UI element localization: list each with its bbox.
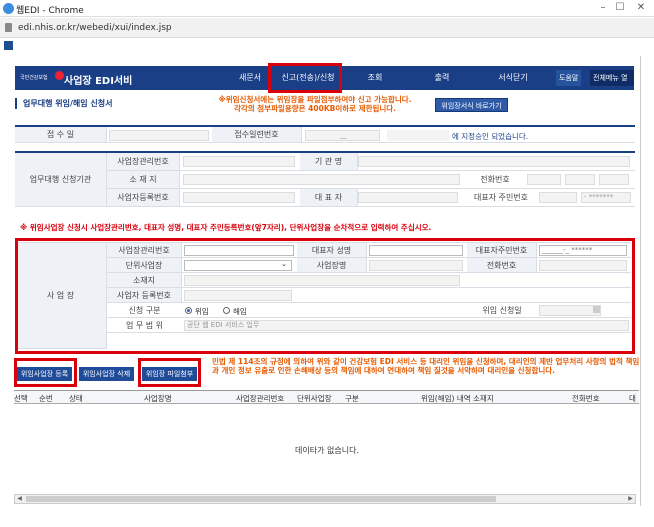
url-text[interactable]: edi.nhis.or.kr/webedi/xui/index.jsp — [18, 23, 172, 33]
agency-org-name-cell — [358, 153, 635, 171]
window-title: 웹EDI - Chrome — [16, 6, 84, 16]
bookmark-bar — [0, 39, 654, 52]
legal-declaration: 민법 제 114조의 규정에 의하여 위와 같이 건강보험 EDI 서비스 등 … — [212, 357, 640, 375]
nav-inquiry[interactable]: 조회 — [360, 72, 390, 83]
agency-biz-reg-cell — [180, 189, 300, 207]
agency-biz-mgmt-label: 사업장관리번호 — [107, 153, 180, 171]
grid-col-address[interactable]: 위임(해임) 내역 소재지 — [421, 393, 494, 404]
workplace-grid-header: 선택 순번 상태 사업장명 사업장관리번호 단위사업장 구분 위임(해임) 내역… — [14, 390, 639, 404]
agency-phone-1 — [527, 174, 561, 185]
scroll-left-icon[interactable]: ◀ — [15, 495, 24, 503]
scrollbar-thumb[interactable] — [26, 496, 496, 502]
notice-line-2: 각각의 첨부파일용량은 400KB이하로 제한됩니다. — [233, 104, 397, 113]
lock-icon — [5, 23, 12, 32]
agency-rep-id-cell: - ******* — [537, 189, 635, 207]
highlight-register-button — [14, 358, 77, 387]
close-icon[interactable]: ✕ — [634, 2, 648, 14]
agency-org-name-label: 기 관 명 — [300, 153, 358, 171]
minimize-icon[interactable]: – — [596, 2, 610, 14]
agency-rep-id-front — [539, 192, 577, 203]
address-bar[interactable]: edi.nhis.or.kr/webedi/xui/index.jsp — [0, 18, 654, 38]
brand-logo: 국민건강보험 사업장 EDI서비스 — [17, 70, 139, 102]
scroll-right-icon[interactable]: ▶ — [626, 495, 635, 503]
nav-close-form[interactable]: 서식닫기 — [493, 72, 533, 83]
input-order-warning: ※ 위임사업장 신청시 사업장관리번호, 대표자 성명, 대표자 주민등록번호(… — [20, 223, 432, 232]
receipt-date-cell — [107, 127, 212, 143]
grid-col-phone[interactable]: 전화번호 — [572, 393, 600, 404]
agency-phone-cell — [525, 171, 635, 189]
help-button[interactable]: 도움말 — [556, 70, 582, 86]
agency-rep-cell — [358, 189, 465, 207]
agency-org-name-field — [358, 156, 630, 167]
agency-rep-id-back: - ******* — [581, 192, 631, 203]
approval-text: 에 지정승인 되었습니다. — [452, 132, 529, 141]
grid-col-status[interactable]: 상태 — [69, 393, 83, 404]
agency-address-field — [183, 174, 460, 185]
page-title: 업무대행 위임/해임 신청서 — [15, 98, 112, 109]
horizontal-scrollbar[interactable]: ◀ ▶ — [14, 494, 636, 504]
agency-phone-label: 전화번호 — [465, 171, 525, 189]
agency-phone-2 — [565, 174, 595, 185]
receipt-table: 접 수 일 접수일련번호 __ 에 지정승인 되었습니다. — [15, 125, 635, 143]
nav-new-document[interactable]: 새문서 — [230, 72, 270, 83]
approval-org-field — [387, 130, 449, 141]
agency-address-label: 소 재 지 — [107, 171, 180, 189]
grid-empty-message: 데이타가 없습니다. — [295, 446, 359, 455]
brand-small-text: 국민건강보험 — [20, 75, 48, 81]
agency-biz-mgmt-cell — [180, 153, 300, 171]
receipt-serial-cell: __ 에 지정승인 되었습니다. — [302, 127, 635, 143]
agency-biz-mgmt-field — [183, 156, 295, 167]
grid-col-select[interactable]: 선택 — [14, 393, 28, 404]
attachment-notice: ※위임신청서에는 위임장을 파일첨부하여야 신고 가능합니다. 각각의 첨부파일… — [195, 95, 435, 113]
grid-col-unit[interactable]: 단위사업장 — [297, 393, 332, 404]
agency-address-cell — [180, 171, 465, 189]
title-bar: 웹EDI - Chrome – ☐ ✕ — [0, 0, 654, 17]
highlight-workplace-form — [15, 238, 635, 354]
receipt-serial-label: 접수일련번호 — [212, 127, 302, 143]
highlight-nav-report — [268, 63, 342, 93]
highlight-attach-button — [138, 358, 201, 387]
grid-col-no[interactable]: 순번 — [39, 393, 53, 404]
receipt-serial-field[interactable]: __ — [305, 130, 380, 141]
all-menu-button[interactable]: 전체메뉴 열기 — [590, 70, 634, 98]
grid-col-biz-mgmt[interactable]: 사업장관리번호 — [236, 393, 284, 404]
bookmark-icon[interactable] — [4, 41, 13, 50]
grid-col-type[interactable]: 구분 — [345, 393, 359, 404]
agency-rep-id-label: 대표자 주민번호 — [465, 189, 537, 207]
app-icon — [3, 3, 14, 14]
agency-rep-label: 대 표 자 — [300, 189, 358, 207]
power-of-attorney-form-button[interactable]: 위임장서식 바로가기 — [435, 98, 508, 112]
vertical-divider — [640, 56, 641, 506]
agency-phone-3 — [599, 174, 629, 185]
notice-line-1: ※위임신청서에는 위임장을 파일첨부하여야 신고 가능합니다. — [218, 95, 412, 104]
agency-biz-reg-field — [183, 192, 295, 203]
agency-section-label: 업무대행 신청기관 — [15, 153, 107, 207]
maximize-icon[interactable]: ☐ — [613, 2, 627, 14]
grid-col-workplace-name[interactable]: 사업장명 — [144, 393, 172, 404]
receipt-date-field[interactable] — [109, 130, 209, 141]
delete-workplace-button[interactable]: 위임사업장 삭제 — [79, 367, 134, 381]
agency-biz-reg-label: 사업자등록번호 — [107, 189, 180, 207]
agency-rep-field — [358, 192, 458, 203]
nav-print[interactable]: 출력 — [427, 72, 457, 83]
receipt-date-label: 접 수 일 — [15, 127, 107, 143]
brand-mark-icon — [55, 71, 64, 80]
grid-col-rep[interactable]: 대 — [629, 393, 636, 404]
agency-table: 업무대행 신청기관 사업장관리번호 기 관 명 소 재 지 전화번호 사업자등록… — [15, 151, 635, 207]
